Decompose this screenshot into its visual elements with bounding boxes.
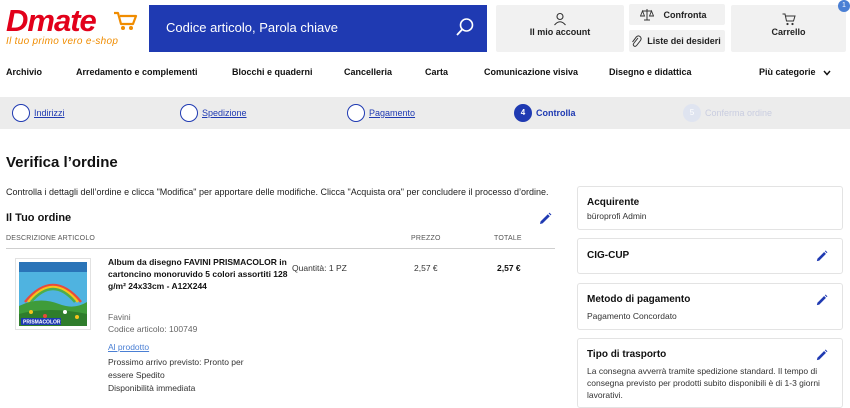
payment-value: Pagamento Concordato [587, 311, 677, 321]
payment-method-card: Metodo di pagamento Pagamento Concordato [577, 283, 843, 330]
search-bar[interactable]: Codice articolo, Parola chiave [149, 5, 487, 52]
product-name: Album da disegno FAVINI PRISMACOLOR in c… [108, 257, 288, 291]
category-blocchi[interactable]: Blocchi e quaderni [232, 67, 313, 77]
cig-cup-title: CIG-CUP [587, 250, 630, 261]
category-disegno[interactable]: Disegno e didattica [609, 67, 692, 77]
product-quantity: Quantità: 1 PZ [292, 263, 347, 273]
chevron-down-icon [823, 70, 831, 76]
product-image[interactable]: PRISMACOLOR [15, 258, 91, 330]
edit-pencil-icon[interactable] [815, 250, 828, 263]
more-categories-button[interactable]: Più categorie [759, 67, 831, 77]
cart-count-badge: 1 [838, 0, 850, 12]
checkout-steps: Indirizzi Spedizione Pagamento 4 Control… [0, 97, 850, 129]
category-comunicazione[interactable]: Comunicazione visiva [484, 67, 578, 77]
step-done-icon [347, 104, 365, 122]
column-price: PREZZO [411, 235, 441, 242]
step-label: Spedizione [202, 108, 247, 118]
step-done-icon [180, 104, 198, 122]
account-label: Il mio account [529, 27, 591, 37]
column-description: DESCRIZIONE ARTICOLO [6, 235, 96, 242]
wishlist-button[interactable]: Liste dei desideri [629, 30, 725, 52]
shipping-title: Tipo di trasporto [587, 349, 667, 360]
product-brand: Favini [108, 312, 131, 322]
cart-button[interactable]: Carrello [731, 5, 846, 52]
buyer-value: büroprofi Admin [587, 211, 647, 221]
cart-icon [782, 13, 796, 26]
product-link[interactable]: Al prodotto [108, 342, 149, 352]
edit-pencil-icon[interactable] [815, 349, 828, 362]
shipping-type-card: Tipo di trasporto La consegna avverrà tr… [577, 338, 843, 408]
product-availability: Disponibilità immediata [108, 383, 196, 393]
wishlist-label: Liste dei desideri [647, 36, 721, 46]
album-cover-picture: PRISMACOLOR [19, 262, 87, 326]
buyer-card: Acquirente büroprofi Admin [577, 186, 843, 230]
category-archivio[interactable]: Archivio [6, 67, 42, 77]
page-title: Verifica l’ordine [6, 154, 118, 171]
buyer-title: Acquirente [587, 197, 640, 208]
category-nav: Archivio Arredamento e complementi Blocc… [0, 64, 850, 82]
product-arrival: Prossimo arrivo previsto: Pronto per ess… [108, 357, 244, 380]
category-arredamento[interactable]: Arredamento e complementi [76, 67, 198, 77]
site-header: Dmate Il tuo primo vero e-shop Codice ar… [0, 0, 850, 58]
category-cancelleria[interactable]: Cancelleria [344, 67, 392, 77]
order-section-title: Il Tuo ordine [6, 212, 72, 224]
payment-title: Metodo di pagamento [587, 294, 691, 305]
step-done-icon [12, 104, 30, 122]
product-price: 2,57 € [414, 263, 438, 273]
intro-text: Controlla i dettagli dell’ordine e clicc… [6, 187, 549, 197]
product-image-caption: PRISMACOLOR [23, 320, 61, 326]
category-carta[interactable]: Carta [425, 67, 448, 77]
cart-label: Carrello [771, 27, 806, 37]
step-label: Pagamento [369, 108, 416, 118]
edit-pencil-icon[interactable] [815, 294, 828, 307]
logo-cart-icon [114, 11, 138, 30]
logo[interactable]: Dmate [6, 4, 97, 38]
shipping-value: La consegna avverrà tramite spedizione s… [587, 366, 820, 400]
compare-label: Confronta [663, 10, 707, 20]
user-icon [554, 12, 566, 26]
cig-cup-card: CIG-CUP [577, 238, 843, 274]
column-total: TOTALE [494, 235, 522, 242]
edit-pencil-icon[interactable] [538, 212, 552, 226]
product-total: 2,57 € [497, 263, 521, 273]
step-label: Indirizzi [34, 108, 65, 118]
compare-button[interactable]: Confronta [629, 4, 725, 25]
step-number: 5 [683, 104, 701, 122]
account-button[interactable]: Il mio account [496, 5, 624, 52]
step-label: Conferma ordine [705, 108, 773, 118]
tagline: Il tuo primo vero e-shop [6, 36, 119, 47]
product-code: Codice articolo: 100749 [108, 324, 198, 334]
divider [6, 248, 555, 249]
search-icon[interactable] [455, 17, 475, 37]
search-input[interactable]: Codice articolo, Parola chiave [166, 20, 338, 35]
step-number: 4 [514, 104, 532, 122]
more-categories-label: Più categorie [759, 67, 816, 77]
step-label: Controlla [536, 108, 576, 118]
